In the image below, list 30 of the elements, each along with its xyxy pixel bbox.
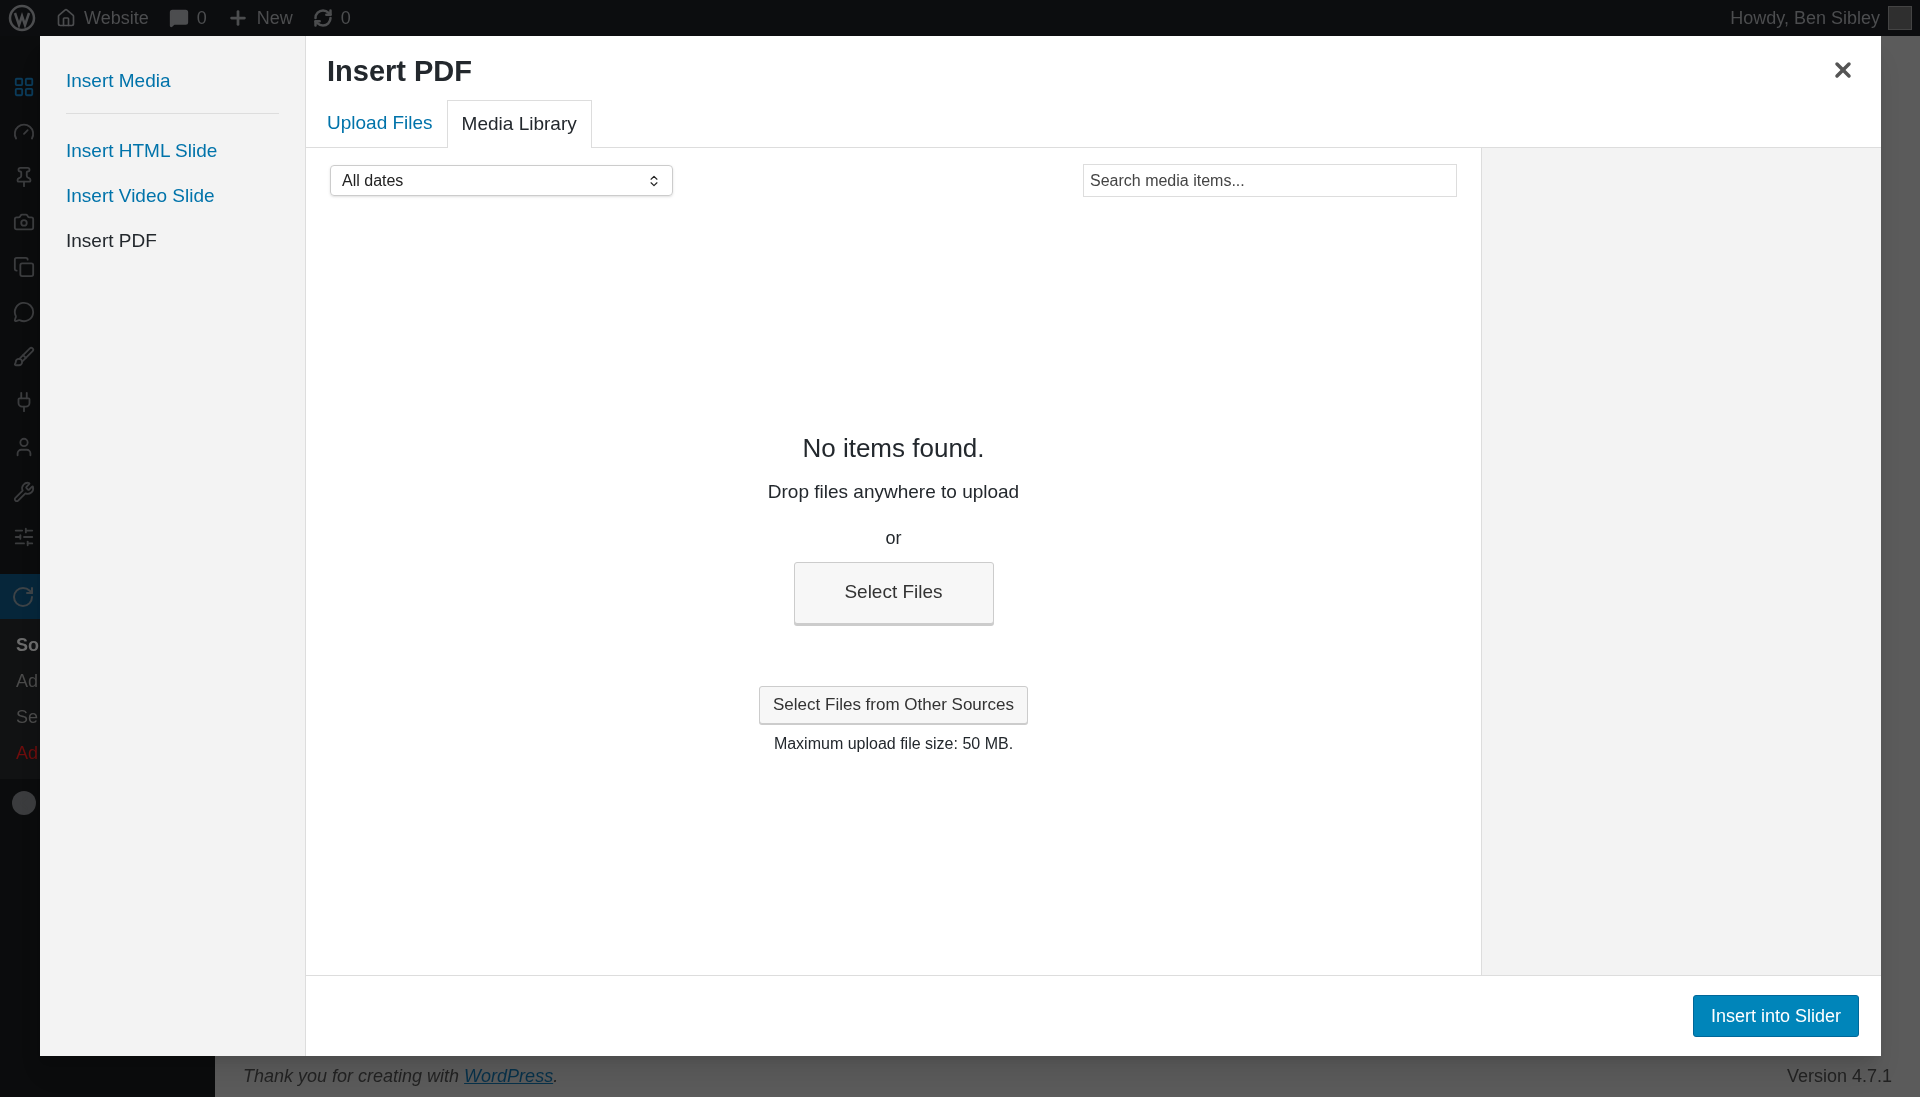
drop-hint: Drop files anywhere to upload: [767, 480, 1020, 504]
max-size-text: Maximum upload file size: 50 MB.: [773, 733, 1014, 754]
comment-icon[interactable]: [13, 300, 35, 323]
sliders-icon[interactable]: [13, 525, 35, 548]
insert-button[interactable]: Insert into Slider: [1692, 995, 1859, 1037]
modal-menu-item[interactable]: Insert PDF: [66, 218, 279, 263]
other-sources-button[interactable]: Select Files from Other Sources: [759, 685, 1028, 724]
wrench-icon[interactable]: [13, 480, 35, 503]
grid-icon[interactable]: [13, 75, 35, 98]
refresh-icon: [312, 8, 333, 28]
empty-title: No items found.: [802, 432, 985, 465]
comment-icon: [168, 8, 189, 28]
select-files-button[interactable]: Select Files: [793, 561, 994, 624]
version-text: Version 4.7.1: [1786, 1065, 1892, 1088]
pages-icon[interactable]: [13, 255, 35, 278]
modal-menu-item[interactable]: Insert HTML Slide: [66, 128, 279, 173]
or-text: or: [885, 526, 902, 550]
modal-title: Insert PDF: [327, 54, 473, 89]
tab[interactable]: Upload Files: [327, 99, 447, 147]
home-icon: [56, 8, 76, 28]
footer-text: Thank you for creating with WordPress.: [243, 1065, 559, 1088]
logo-icon[interactable]: [8, 4, 36, 32]
avatar[interactable]: [1888, 6, 1912, 30]
circle-arrows-icon: [11, 584, 35, 609]
date-filter-select[interactable]: All dates: [330, 165, 673, 196]
modal-menu-item[interactable]: Insert Video Slide: [66, 173, 279, 218]
search-field[interactable]: Search media items...: [1083, 164, 1457, 197]
brush-icon[interactable]: [13, 345, 35, 368]
tab[interactable]: Media Library: [446, 100, 592, 148]
modal-menu-item[interactable]: Insert Media: [66, 58, 279, 103]
